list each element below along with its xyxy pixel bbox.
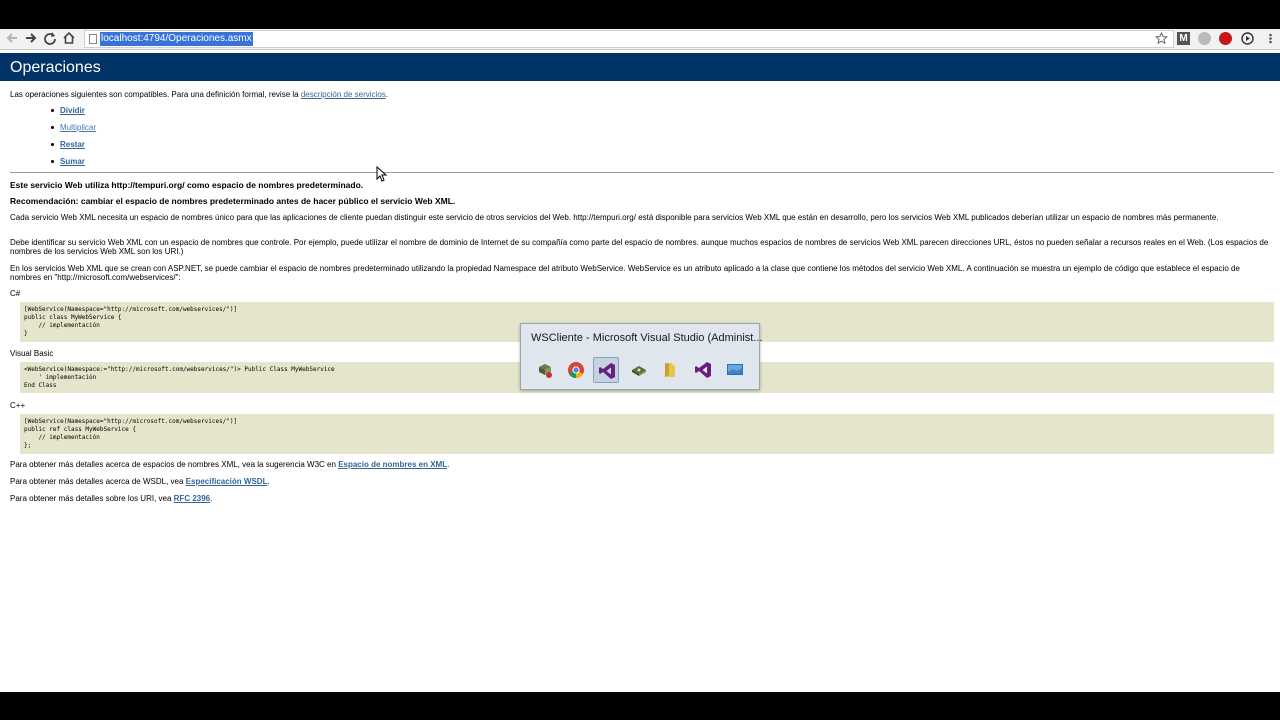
code-block-cpp: [WebService(Namespace="http://microsoft.… [20, 414, 1274, 454]
bullet [51, 126, 54, 129]
play-circle-icon [1241, 32, 1254, 45]
adblock-icon[interactable] [1219, 32, 1232, 45]
arrow-left-icon [6, 33, 17, 43]
operation-link-restar[interactable]: Restar [60, 140, 85, 149]
bullet [51, 109, 54, 112]
page-title: Operaciones [10, 59, 101, 76]
intro-text: Las operaciones siguientes son compatibl… [10, 90, 388, 99]
more-uri-label: Para obtener más detalles sobre los URI,… [10, 494, 172, 503]
paragraph-aspnet-namespace: En los servicios Web XML que se crean co… [10, 264, 1240, 282]
namespace-notice: Este servicio Web utiliza http://tempuri… [10, 180, 364, 190]
more-uri-text: Para obtener más detalles sobre los URI,… [10, 494, 212, 503]
operation-link-dividir[interactable]: Dividir [60, 106, 85, 115]
switcher-item-visual-studio[interactable] [593, 357, 619, 383]
intro-label: Las operaciones siguientes son compatibl… [10, 90, 299, 99]
visual-studio-icon [599, 363, 615, 379]
browser-toolbar: localhost:4794/Operaciones.asmx M [0, 29, 1280, 50]
task-switcher: WSCliente - Microsoft Visual Studio (Adm… [520, 323, 763, 390]
browser-menu-button[interactable] [1264, 32, 1277, 45]
code-label-cpp: C++ [10, 401, 26, 410]
more-wsdl-period: . [267, 477, 270, 486]
extension-circle-icon[interactable] [1198, 32, 1211, 45]
paragraph-unique-namespace: Cada servicio Web XML necesita un espaci… [10, 213, 1219, 222]
more-xml-text: Para obtener más detalles acerca de espa… [10, 460, 449, 469]
gmail-extension-icon[interactable]: M [1177, 32, 1190, 45]
more-wsdl-label: Para obtener más detalles acerca de WSDL… [10, 477, 184, 486]
more-xml-period: . [447, 460, 450, 469]
rfc-2396-link[interactable]: RFC 2396 [174, 494, 210, 503]
visual-studio-icon [695, 362, 711, 378]
back-button[interactable] [4, 31, 20, 47]
more-uri-period: . [210, 494, 213, 503]
service-description-link[interactable]: descripción de servicios [301, 90, 386, 99]
bookmark-star-button[interactable] [1154, 31, 1169, 45]
server-explorer-icon [539, 364, 552, 378]
more-wsdl-text: Para obtener más detalles acerca de WSDL… [10, 477, 270, 486]
bullet [51, 143, 54, 146]
bullet [51, 160, 54, 163]
recommendation-text: Recomendación: cambiar el espacio de nom… [10, 196, 456, 206]
chrome-icon [568, 362, 584, 379]
reload-button[interactable] [42, 31, 58, 47]
menu-icon [1269, 33, 1272, 44]
code-label-csharp: C# [10, 289, 21, 298]
switcher-item-desktop[interactable] [722, 357, 748, 383]
heading-bar: Operaciones [0, 53, 1280, 81]
switcher-item-chrome[interactable] [563, 357, 589, 383]
switcher-item-file-explorer[interactable] [657, 357, 683, 383]
letterbox-top [0, 0, 1280, 29]
code-label-vb: Visual Basic [10, 349, 54, 358]
horizontal-rule [10, 172, 1274, 173]
task-switcher-title: WSCliente - Microsoft Visual Studio (Adm… [531, 332, 763, 344]
more-xml-label: Para obtener más detalles acerca de espa… [10, 460, 336, 469]
home-icon [63, 31, 75, 44]
forward-button[interactable] [23, 31, 39, 47]
wsdl-specification-link[interactable]: Especificación WSDL [186, 477, 268, 486]
arrow-right-icon [26, 33, 37, 43]
switcher-item-server-manager[interactable] [626, 357, 652, 383]
home-button[interactable] [61, 31, 77, 47]
star-icon [1154, 31, 1169, 45]
desktop-icon [727, 364, 743, 375]
operation-link-multiplicar[interactable]: Multiplicar [60, 123, 96, 132]
intro-period: . [385, 90, 389, 99]
switcher-item-visual-studio-2[interactable] [690, 357, 716, 383]
paragraph-identify-namespace: Debe identificar su servicio Web XML con… [10, 238, 1269, 256]
server-manager-icon [632, 366, 646, 376]
letterbox-bottom [0, 692, 1280, 720]
play-extension-button[interactable] [1241, 32, 1254, 45]
folder-icon [665, 363, 675, 377]
xml-namespace-link[interactable]: Espacio de nombres en XML [338, 460, 447, 469]
page-icon [89, 34, 97, 44]
address-bar[interactable]: localhost:4794/Operaciones.asmx [84, 30, 1174, 48]
switcher-item-server-explorer[interactable] [532, 357, 558, 383]
url-text[interactable]: localhost:4794/Operaciones.asmx [100, 32, 253, 46]
reload-icon [44, 32, 56, 45]
operation-link-sumar[interactable]: Sumar [60, 157, 85, 166]
